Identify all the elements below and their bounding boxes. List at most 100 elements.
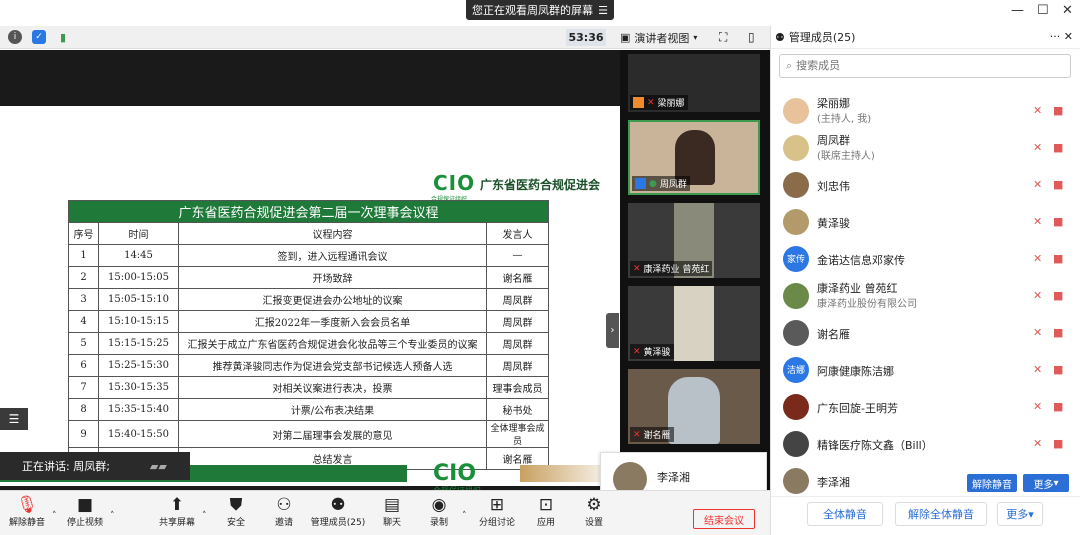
camera-off-icon[interactable]: ■ <box>1053 215 1063 228</box>
video-gallery: ︿ ✕梁丽娜 ●周凤群 ✕康泽药业 曾苑红 ✕黄泽骏 ✕谢名雁 <box>620 50 770 490</box>
sharing-banner[interactable]: 您正在观看周凤群的屏幕 ☰ <box>466 0 614 20</box>
settings-button[interactable]: ⚙ 设置 <box>580 495 608 528</box>
sidebar-toggle-icon[interactable]: ▯ <box>748 30 755 44</box>
chevron-up-icon[interactable]: ˄ <box>52 511 57 521</box>
mic-muted-icon[interactable]: ✕ <box>1033 104 1042 117</box>
mic-muted-icon[interactable]: ✕ <box>1033 326 1042 339</box>
member-row[interactable]: 精锋医疗陈文鑫（Bill） ✕ ■ <box>771 425 1080 462</box>
end-meeting-button[interactable]: 结束会议 <box>693 509 755 529</box>
breakout-button[interactable]: ⊞ 分组讨论 <box>476 495 518 528</box>
member-row[interactable]: 刘忠伟 ✕ ■ <box>771 166 1080 203</box>
maximize-icon[interactable]: ☐ <box>1037 3 1049 18</box>
member-row[interactable]: 周凤群 (联席主持人) ✕ ■ <box>771 129 1080 166</box>
camera-off-icon[interactable]: ■ <box>1053 363 1063 376</box>
col-header: 序号 <box>68 222 99 245</box>
minimize-icon[interactable]: — <box>1011 3 1024 18</box>
table-cell: 开场致辞 <box>178 266 487 289</box>
table-cell: 汇报关于成立广东省医药合规促进会化妆品等三个专业委员的议案 <box>178 332 487 355</box>
slide-menu-icon[interactable]: ☰ <box>0 408 28 430</box>
member-more-button[interactable]: 更多 ▾ <box>1023 474 1069 492</box>
invite-button[interactable]: ⚇ 邀请 <box>270 495 298 528</box>
record-icon: ◉ <box>431 495 447 515</box>
signal-icon[interactable]: ▮ <box>56 30 70 44</box>
unmute-all-button[interactable]: 解除全体静音 <box>895 502 987 526</box>
camera-icon: ■ <box>76 495 94 515</box>
stop-video-button[interactable]: ■ 停止视频 <box>64 495 106 528</box>
menu-lines-icon[interactable]: ☰ <box>598 4 608 17</box>
manage-members-button[interactable]: ⚉ 管理成员(25) <box>308 495 368 528</box>
member-row[interactable]: 广东回旋-王明芳 ✕ ■ <box>771 388 1080 425</box>
member-name: 谢名雁 <box>817 328 850 341</box>
video-tile[interactable]: ✕ 黄泽骏 <box>628 286 760 361</box>
camera-off-icon[interactable]: ■ <box>1053 141 1063 154</box>
table-cell: 2 <box>68 266 99 289</box>
member-row[interactable]: 洁娜 阿康健康陈洁娜 ✕ ■ <box>771 351 1080 388</box>
table-row: 1 14:45 签到，进入远程通讯会议 — <box>68 244 549 267</box>
camera-off-icon[interactable]: ■ <box>1053 326 1063 339</box>
table-cell: 7 <box>68 376 99 399</box>
mic-muted-icon: ✕ <box>633 429 641 440</box>
camera-off-icon[interactable]: ■ <box>1053 400 1063 413</box>
mic-muted-icon[interactable]: ✕ <box>1033 215 1042 228</box>
mic-muted-icon[interactable]: ✕ <box>1033 178 1042 191</box>
share-screen-button[interactable]: ⬆ 共享屏幕 <box>156 495 198 528</box>
video-tile[interactable]: ✕ 谢名雁 <box>628 369 760 444</box>
more-icon[interactable]: ··· <box>1050 30 1061 43</box>
security-button[interactable]: ⛊ 安全 <box>222 495 250 528</box>
unmute-button[interactable]: 🎙 解除静音 <box>6 495 48 528</box>
unmute-member-button[interactable]: 解除静音 <box>967 474 1017 492</box>
tile-name: 周凤群 <box>659 180 687 190</box>
mic-muted-icon[interactable]: ✕ <box>1033 437 1042 450</box>
chevron-up-icon[interactable]: ˄ <box>110 511 115 521</box>
panel-footer: 全体静音 解除全体静音 更多 ▾ <box>771 496 1080 535</box>
apps-icon: ⊡ <box>538 495 554 515</box>
video-tile[interactable]: ✕ 梁丽娜 <box>628 54 760 112</box>
chevron-up-icon[interactable]: ˄ <box>202 511 207 521</box>
member-search[interactable]: ⌕ <box>779 54 1071 78</box>
fullscreen-icon[interactable]: ⛶ <box>719 30 727 45</box>
video-tile[interactable]: ✕ 康泽药业 曾苑红 <box>628 203 760 278</box>
meeting-controls: 🎙 解除静音 ˄ ■ 停止视频 ˄ ⬆ 共享屏幕 ˄ ⛊ 安全 ⚇ 邀请 ⚉ 管理成员(25… <box>0 490 770 535</box>
gallery-collapse-tab[interactable]: › <box>606 313 619 348</box>
camera-off-icon[interactable]: ■ <box>1053 178 1063 191</box>
mic-muted-icon[interactable]: ✕ <box>1033 289 1042 302</box>
member-row[interactable]: 家传 金诺达信息邓家传 ✕ ■ <box>771 240 1080 277</box>
mic-muted-icon[interactable]: ✕ <box>1033 252 1042 265</box>
member-name: 精锋医疗陈文鑫（Bill） <box>817 439 933 452</box>
close-icon[interactable]: ✕ <box>1064 30 1073 43</box>
col-header: 议程内容 <box>178 222 487 245</box>
camera-off-icon[interactable]: ■ <box>1053 289 1063 302</box>
view-selector-label: 演讲者视图 <box>634 31 690 45</box>
close-icon[interactable]: ✕ <box>1062 3 1073 18</box>
avatar <box>783 319 809 346</box>
mic-muted-icon: ✕ <box>647 97 655 108</box>
camera-off-icon[interactable]: ■ <box>1053 437 1063 450</box>
breakout-label: 分组讨论 <box>478 518 515 528</box>
record-button[interactable]: ◉ 录制 <box>425 495 453 528</box>
info-icon[interactable]: i <box>8 30 22 44</box>
members-panel: ⚉ 管理成员(25) ··· ✕ ⌕ 梁丽娜 (主持人, 我) ✕ ■ 周凤群 (联席主持… <box>770 26 1080 535</box>
footer-more-button[interactable]: 更多 ▾ <box>997 502 1043 526</box>
mic-muted-icon[interactable]: ✕ <box>1033 400 1042 413</box>
mic-muted-icon[interactable]: ✕ <box>1033 141 1042 154</box>
chevron-up-icon[interactable]: ˄ <box>462 511 467 521</box>
shield-icon[interactable]: ✓ <box>32 30 46 44</box>
mic-muted-icon[interactable]: ✕ <box>1033 363 1042 376</box>
camera-off-icon[interactable]: ■ <box>1053 252 1063 265</box>
mic-icon: ● <box>649 178 657 189</box>
camera-off-icon[interactable]: ■ <box>1053 104 1063 117</box>
member-row[interactable]: 梁丽娜 (主持人, 我) ✕ ■ <box>771 92 1080 129</box>
member-row[interactable]: 黄泽骏 ✕ ■ <box>771 203 1080 240</box>
search-input[interactable] <box>796 60 1047 72</box>
meeting-toolbar: i ✓ ▮ 53:36 ▣ 演讲者视图 ▾ ⛶ ▯ <box>0 26 770 49</box>
member-row[interactable]: 康泽药业 曾苑红 康泽药业股份有限公司 ✕ ■ <box>771 277 1080 314</box>
chat-button[interactable]: ▤ 聊天 <box>378 495 406 528</box>
col-header: 时间 <box>98 222 179 245</box>
apps-button[interactable]: ⊡ 应用 <box>532 495 560 528</box>
member-name: 康泽药业 曾苑红 <box>817 282 898 295</box>
mute-all-button[interactable]: 全体静音 <box>807 502 883 526</box>
video-tile[interactable]: ● 周凤群 <box>628 120 760 195</box>
security-label: 安全 <box>226 518 245 528</box>
view-selector[interactable]: ▣ 演讲者视图 ▾ <box>620 29 697 46</box>
member-row[interactable]: 谢名雁 ✕ ■ <box>771 314 1080 351</box>
